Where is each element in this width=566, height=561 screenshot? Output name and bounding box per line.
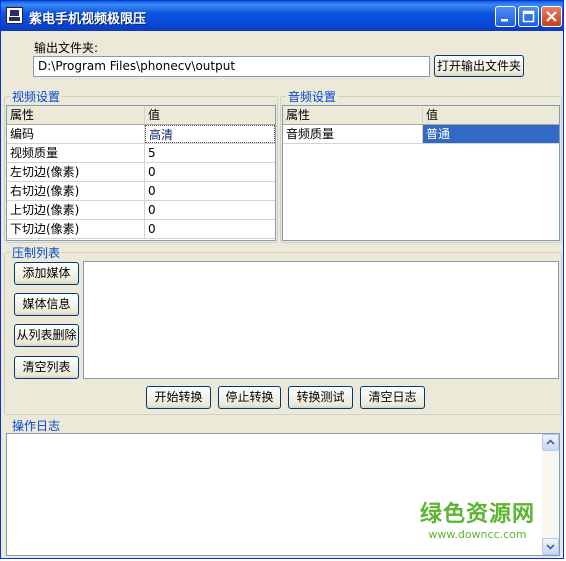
title-bar[interactable]: 紫电手机视频极限压	[1, 1, 563, 31]
row-value[interactable]: 5	[145, 144, 275, 162]
row-value[interactable]: 0	[145, 220, 275, 238]
output-path-field[interactable]: D:\Program Files\phonecv\output	[33, 56, 430, 77]
minimize-button[interactable]	[495, 6, 516, 27]
row-property: 编码	[7, 125, 145, 143]
window-title: 紫电手机视频极限压	[29, 12, 147, 27]
row-value[interactable]: 0	[145, 201, 275, 219]
close-button[interactable]	[541, 6, 562, 27]
grid-row[interactable]: 下切边(像素) 0	[7, 220, 275, 239]
watermark-text: 绿色资源网	[419, 502, 535, 527]
watermark: 绿色资源网 www.downcc.com	[420, 496, 535, 541]
close-icon	[546, 11, 557, 22]
grid-header: 属性 值	[7, 106, 275, 125]
audio-settings-title: 音频设置	[286, 88, 339, 105]
row-property: 上切边(像素)	[7, 201, 145, 219]
grid-row[interactable]: 左切边(像素) 0	[7, 163, 275, 182]
open-output-folder-button[interactable]: 打开输出文件夹	[434, 55, 524, 77]
row-property: 右切边(像素)	[7, 182, 145, 200]
start-convert-button[interactable]: 开始转换	[146, 386, 211, 409]
main-window: 紫电手机视频极限压 输出文件夹: D:\Program Files\phonec…	[0, 0, 564, 559]
grid-row[interactable]: 音频质量 普通	[283, 125, 559, 144]
app-icon	[6, 7, 23, 24]
grid-row[interactable]: 上切边(像素) 0	[7, 201, 275, 220]
row-property: 下切边(像素)	[7, 220, 145, 238]
media-list[interactable]	[83, 261, 559, 379]
scroll-up-button[interactable]	[542, 434, 559, 451]
log-title: 操作日志	[10, 417, 63, 434]
maximize-button[interactable]	[518, 6, 539, 27]
minimize-icon	[501, 19, 508, 22]
row-value[interactable]: 0	[145, 182, 275, 200]
row-value[interactable]: 0	[145, 163, 275, 181]
row-value[interactable]: 普通	[423, 125, 559, 143]
media-info-button[interactable]: 媒体信息	[14, 293, 79, 316]
compress-list-title: 压制列表	[10, 244, 63, 261]
header-value: 值	[426, 108, 439, 122]
log-textarea[interactable]: 绿色资源网 www.downcc.com	[6, 433, 560, 556]
grid-row[interactable]: 编码 高清	[7, 125, 275, 144]
row-property: 视频质量	[7, 144, 145, 162]
convert-test-button[interactable]: 转换测试	[288, 386, 353, 409]
video-settings-title: 视频设置	[10, 88, 63, 105]
scroll-down-button[interactable]	[542, 538, 559, 555]
row-property: 左切边(像素)	[7, 163, 145, 181]
maximize-icon	[522, 10, 535, 23]
remove-from-list-button[interactable]: 从列表删除	[14, 324, 79, 347]
header-property: 属性	[7, 106, 145, 124]
row-property: 音频质量	[283, 125, 423, 143]
row-value[interactable]: 高清	[145, 125, 275, 143]
audio-settings-grid[interactable]: 属性 值 音频质量 普通	[282, 105, 560, 241]
clear-list-button[interactable]: 清空列表	[14, 356, 79, 379]
stop-convert-button[interactable]: 停止转换	[218, 386, 281, 409]
log-scrollbar[interactable]	[542, 434, 559, 555]
grid-row[interactable]: 右切边(像素) 0	[7, 182, 275, 201]
header-value: 值	[148, 108, 161, 122]
video-settings-grid[interactable]: 属性 值 编码 高清 视频质量 5 左切边(像素) 0 右切边(像素) 0 上切…	[6, 105, 276, 241]
add-media-button[interactable]: 添加媒体	[14, 262, 79, 285]
watermark-url: www.downcc.com	[428, 528, 527, 541]
scroll-down-icon	[546, 544, 555, 550]
grid-row[interactable]: 视频质量 5	[7, 144, 275, 163]
header-property: 属性	[283, 106, 423, 124]
scroll-up-icon	[546, 439, 555, 445]
output-folder-label: 输出文件夹:	[34, 41, 99, 55]
grid-header: 属性 值	[283, 106, 559, 125]
clear-log-button[interactable]: 清空日志	[360, 386, 425, 409]
